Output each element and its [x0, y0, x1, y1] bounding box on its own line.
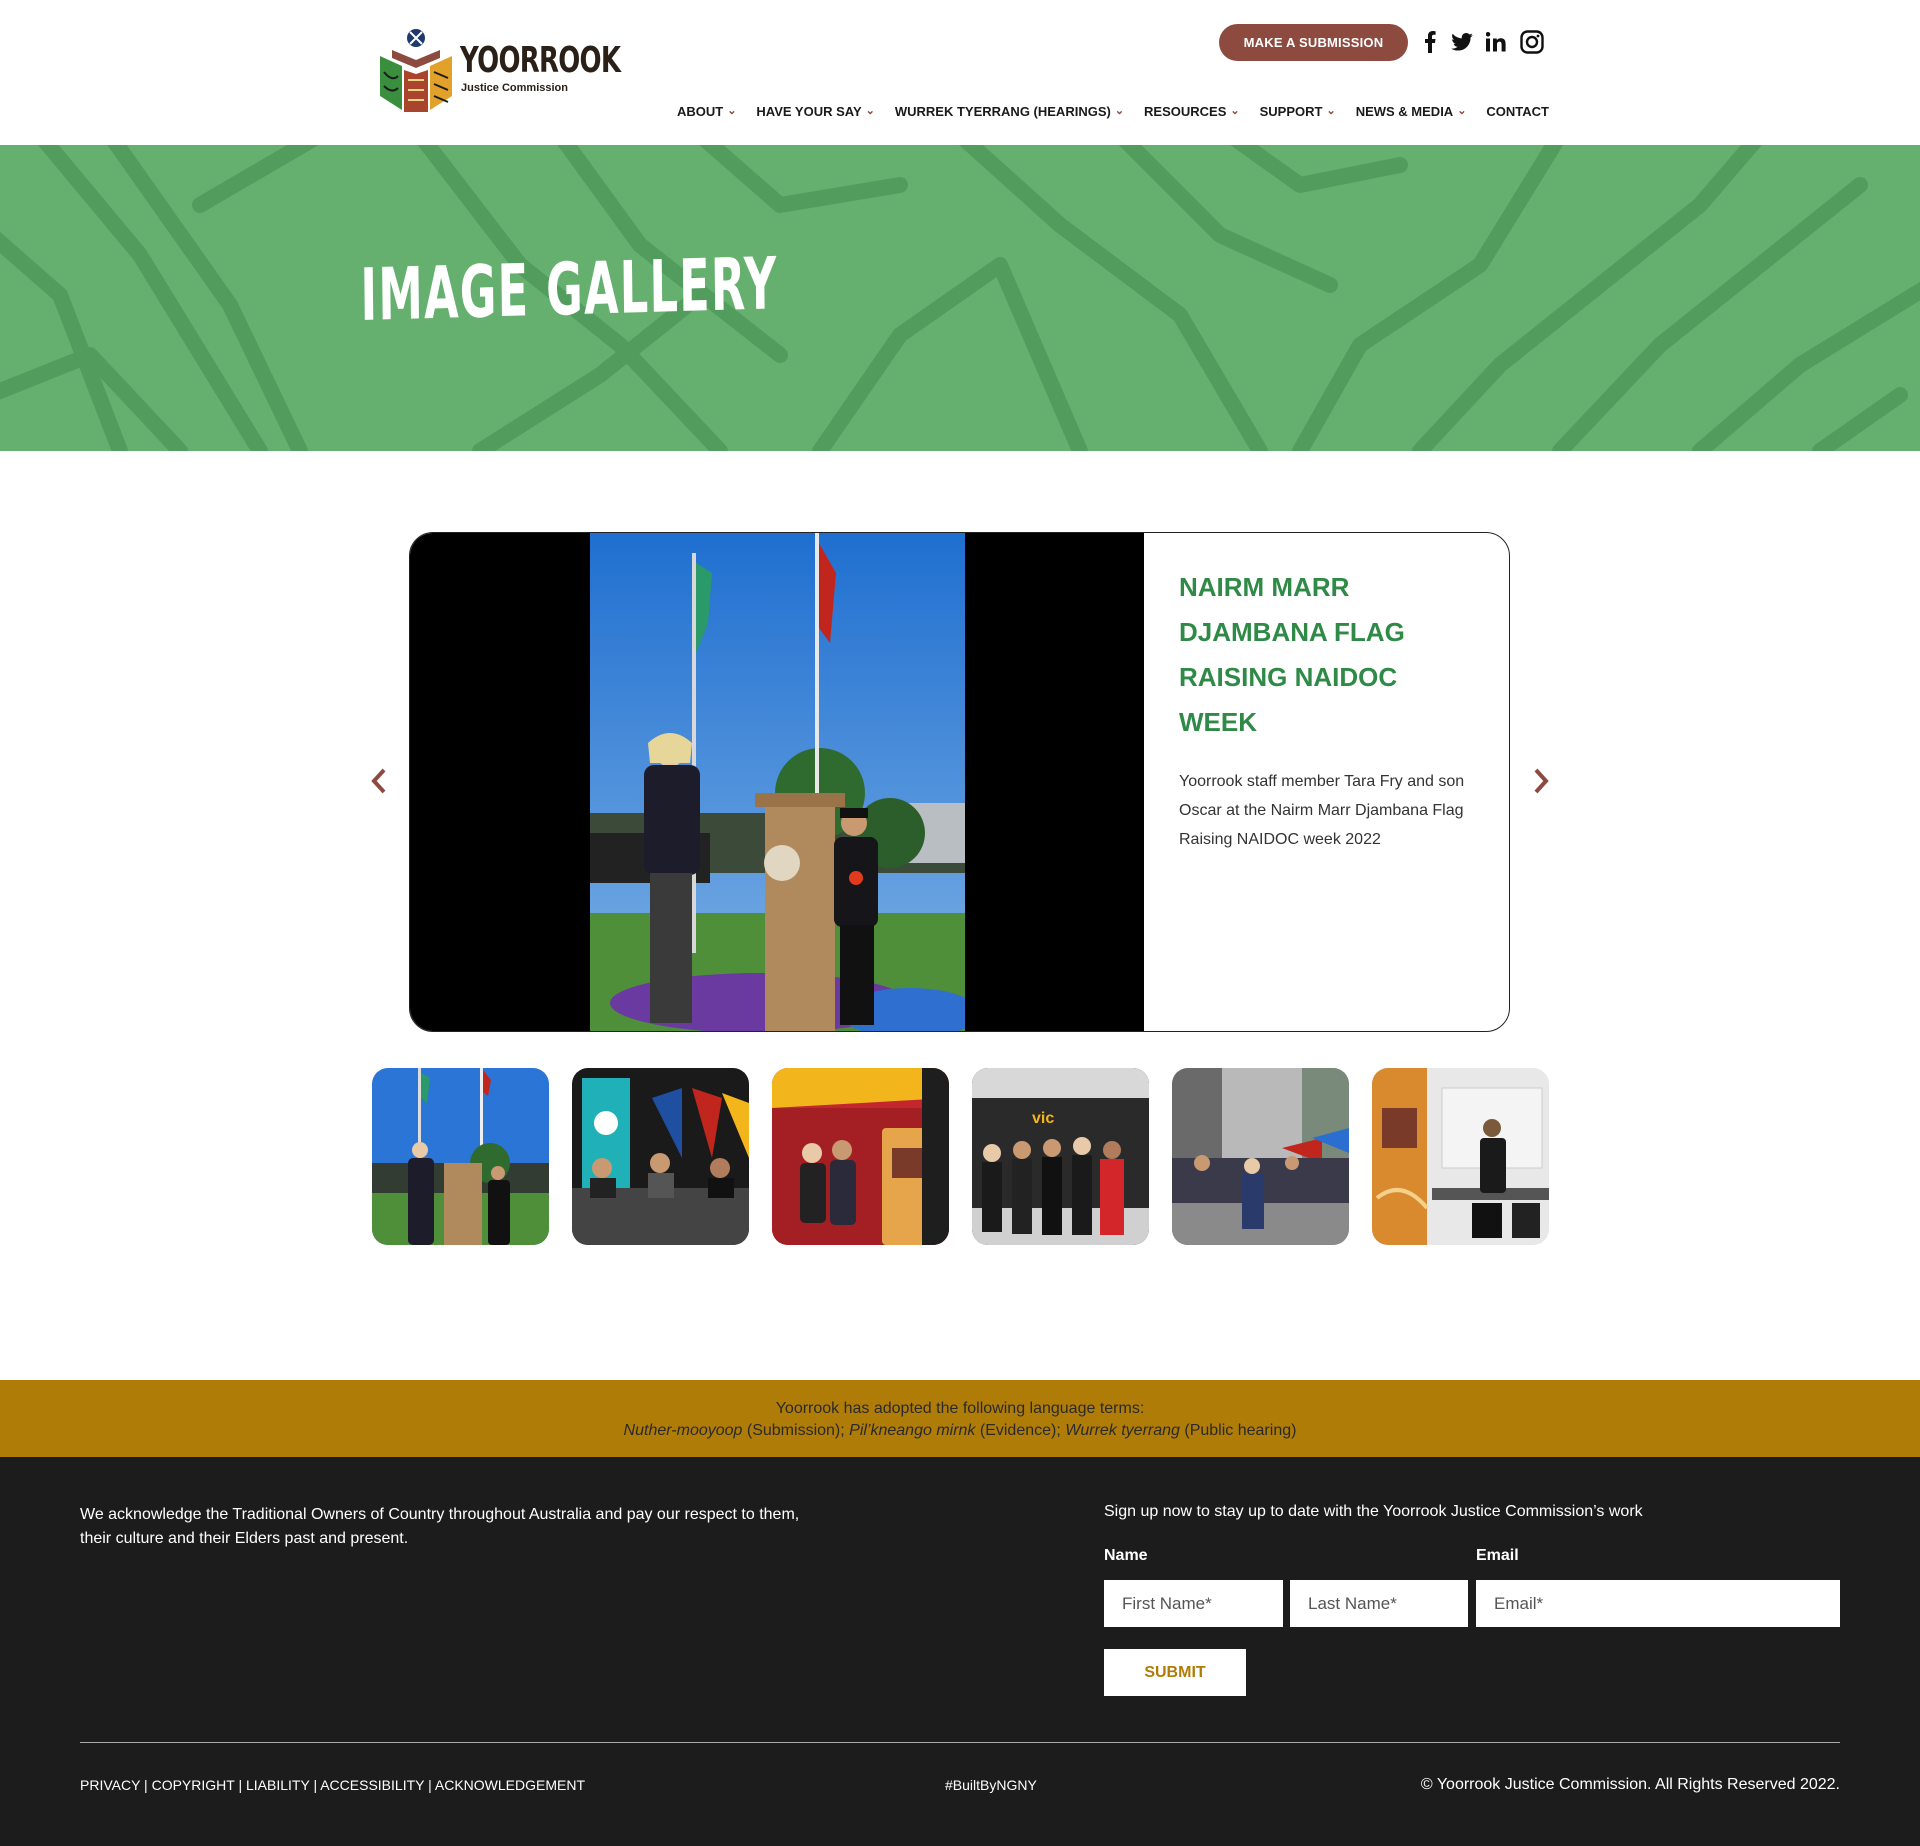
twitter-icon[interactable]: [1450, 28, 1474, 56]
flag-raising-photo: [590, 533, 965, 1031]
nav-have-your-say[interactable]: HAVE YOUR SAY ⌄: [756, 100, 874, 122]
nav-label: WURREK TYERRANG (HEARINGS): [894, 103, 1111, 119]
hero-pattern: [0, 145, 1920, 451]
yoorrook-logo[interactable]: YOORROOK Justice Commission: [372, 26, 621, 114]
thumbnail-strip: vic: [372, 1068, 1549, 1245]
separator: |: [234, 1777, 246, 1793]
first-name-field[interactable]: [1104, 1580, 1283, 1627]
svg-text:vic: vic: [1032, 1110, 1054, 1127]
logo-subtitle: Justice Commission: [461, 82, 568, 94]
accessibility-link[interactable]: ACCESSIBILITY: [320, 1777, 424, 1793]
main-navigation: ABOUT ⌄ HAVE YOUR SAY ⌄ WURREK TYERRANG (H…: [657, 100, 1549, 122]
email-field[interactable]: [1476, 1580, 1840, 1627]
nav-label: HAVE YOUR SAY: [756, 103, 862, 119]
nav-label: SUPPORT: [1259, 103, 1323, 119]
term-meaning: (Public hearing): [1179, 1422, 1297, 1439]
make-submission-button[interactable]: MAKE A SUBMISSION: [1219, 24, 1408, 61]
site-header: YOORROOK Justice Commission MAKE A SUBMI…: [0, 0, 1920, 145]
nav-label: RESOURCES: [1144, 103, 1227, 119]
language-terms-banner: Yoorrook has adopted the following langu…: [0, 1380, 1920, 1457]
facebook-icon[interactable]: [1420, 28, 1440, 56]
thumb-moreland-event[interactable]: [572, 1068, 749, 1245]
chevron-down-icon: ⌄: [1326, 104, 1336, 117]
nav-label: CONTACT: [1486, 103, 1549, 119]
chevron-down-icon: ⌄: [1230, 104, 1240, 117]
language-intro: Yoorrook has adopted the following langu…: [775, 1400, 1145, 1417]
language-terms: Nuther-mooyoop (Submission); Pil’kneango…: [0, 1420, 1920, 1442]
chevron-down-icon: ⌄: [865, 104, 875, 117]
term-submission: Nuther-mooyoop: [623, 1422, 743, 1439]
acknowledgement-text: We acknowledge the Traditional Owners of…: [80, 1506, 800, 1547]
chevron-left-icon: [371, 768, 386, 794]
logo-emblem-icon: [380, 29, 452, 112]
thumb-vic-naidoc[interactable]: vic: [972, 1068, 1149, 1245]
instagram-icon[interactable]: [1518, 28, 1546, 56]
privacy-link[interactable]: PRIVACY: [80, 1777, 140, 1793]
slider-next-button[interactable]: [1528, 766, 1554, 796]
term-meaning: (Evidence);: [975, 1422, 1066, 1439]
chevron-down-icon: ⌄: [727, 104, 737, 117]
gallery-slider: NAIRM MARR DJAMBANA FLAG RAISING NAIDOC …: [409, 532, 1510, 1032]
nav-about[interactable]: ABOUT ⌄: [677, 100, 736, 122]
thumb-information-stall[interactable]: [1372, 1068, 1549, 1245]
chevron-down-icon: ⌄: [1457, 104, 1467, 117]
chevron-down-icon: ⌄: [1114, 104, 1125, 117]
slider-prev-button[interactable]: [366, 766, 392, 796]
nav-contact[interactable]: CONTACT: [1486, 100, 1549, 122]
separator: |: [140, 1777, 152, 1793]
email-label: Email: [1476, 1547, 1519, 1564]
nav-hearings[interactable]: WURREK TYERRANG (HEARINGS) ⌄: [895, 100, 1124, 122]
thumb-street-march[interactable]: [1172, 1068, 1349, 1245]
slide-description: Yoorrook staff member Tara Fry and son O…: [1179, 773, 1465, 848]
nav-resources[interactable]: RESOURCES ⌄: [1144, 100, 1240, 122]
nav-label: NEWS & MEDIA: [1355, 103, 1454, 119]
thumb-flag-raising[interactable]: [372, 1068, 549, 1245]
acknowledgement-link[interactable]: ACKNOWLEDGEMENT: [435, 1777, 585, 1793]
linkedin-icon[interactable]: [1484, 28, 1508, 56]
nav-support[interactable]: SUPPORT ⌄: [1260, 100, 1336, 122]
term-evidence: Pil’kneango mirnk: [849, 1422, 976, 1439]
chevron-right-icon: [1534, 768, 1549, 794]
site-footer: We acknowledge the Traditional Owners of…: [0, 1457, 1920, 1846]
last-name-field[interactable]: [1290, 1580, 1468, 1627]
copyright-link[interactable]: COPYRIGHT: [152, 1777, 235, 1793]
thumb-tent-stall[interactable]: [772, 1068, 949, 1245]
page-title: IMAGE GALLERY: [360, 241, 779, 337]
term-meaning: (Submission);: [742, 1422, 850, 1439]
nav-label: ABOUT: [676, 103, 724, 119]
page-hero-banner: IMAGE GALLERY: [0, 145, 1920, 451]
footer-divider: [80, 1742, 1840, 1743]
slide-image[interactable]: [410, 533, 1144, 1031]
slide-title: NAIRM MARR DJAMBANA FLAG RAISING NAIDOC …: [1179, 572, 1405, 737]
logo-wordmark: YOORROOK: [460, 40, 621, 81]
slide-caption: NAIRM MARR DJAMBANA FLAG RAISING NAIDOC …: [1179, 565, 1479, 854]
term-public-hearing: Wurrek tyerrang: [1065, 1422, 1180, 1439]
separator: |: [424, 1777, 435, 1793]
newsletter-signup-text: Sign up now to stay up to date with the …: [1104, 1503, 1643, 1520]
newsletter-submit-button[interactable]: SUBMIT: [1104, 1649, 1246, 1696]
liability-link[interactable]: LIABILITY: [246, 1777, 310, 1793]
legal-links: PRIVACY | COPYRIGHT | LIABILITY | ACCESS…: [80, 1777, 585, 1793]
separator: |: [309, 1777, 321, 1793]
name-label: Name: [1104, 1547, 1148, 1564]
copyright-notice: © Yoorrook Justice Commission. All Right…: [1420, 1776, 1840, 1793]
built-by-link[interactable]: #BuiltByNGNY: [945, 1777, 1037, 1793]
nav-news-media[interactable]: NEWS & MEDIA ⌄: [1356, 100, 1467, 122]
